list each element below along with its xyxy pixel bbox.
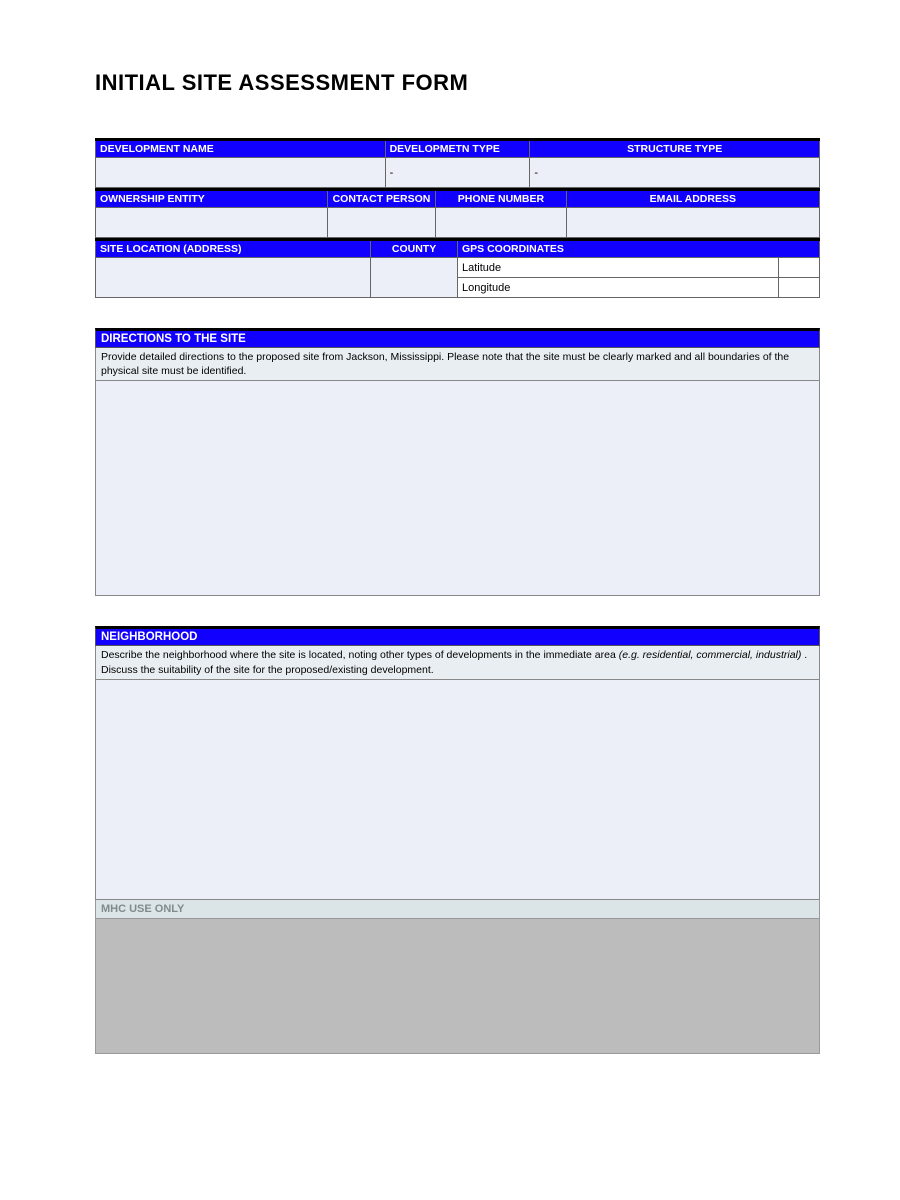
input-email-address[interactable]	[566, 208, 819, 238]
label-county: COUNTY	[371, 240, 458, 258]
input-contact-person[interactable]	[327, 208, 436, 238]
header-directions: DIRECTIONS TO THE SITE	[95, 328, 820, 348]
neighborhood-instr-pre: Describe the neighborhood where the site…	[101, 649, 619, 661]
label-phone-number: PHONE NUMBER	[436, 190, 566, 208]
header-mhc-use-only: MHC USE ONLY	[95, 900, 820, 919]
info-table-1: DEVELOPMENT NAME DEVELOPMETN TYPE STRUCT…	[95, 138, 820, 188]
input-site-location[interactable]	[96, 258, 371, 298]
input-longitude[interactable]	[778, 278, 819, 298]
info-table-3: SITE LOCATION (ADDRESS) COUNTY GPS COORD…	[95, 238, 820, 298]
label-contact-person: CONTACT PERSON	[327, 190, 436, 208]
instructions-neighborhood: Describe the neighborhood where the site…	[95, 646, 820, 679]
label-longitude: Longitude	[457, 278, 778, 298]
header-neighborhood: NEIGHBORHOOD	[95, 626, 820, 646]
input-directions[interactable]	[95, 381, 820, 596]
area-mhc-use-only	[95, 919, 820, 1054]
input-development-name[interactable]	[96, 158, 386, 188]
label-development-name: DEVELOPMENT NAME	[96, 140, 386, 158]
input-development-type[interactable]: -	[385, 158, 530, 188]
instructions-directions: Provide detailed directions to the propo…	[95, 348, 820, 381]
page-title: INITIAL SITE ASSESSMENT FORM	[95, 70, 820, 96]
section-directions: DIRECTIONS TO THE SITE Provide detailed …	[95, 328, 820, 596]
input-latitude[interactable]	[778, 258, 819, 278]
input-county[interactable]	[371, 258, 458, 298]
label-latitude: Latitude	[457, 258, 778, 278]
input-phone-number[interactable]	[436, 208, 566, 238]
neighborhood-instr-em: (e.g. residential, commercial, industria…	[619, 649, 802, 661]
label-ownership-entity: OWNERSHIP ENTITY	[96, 190, 328, 208]
input-neighborhood[interactable]	[95, 680, 820, 900]
label-structure-type: STRUCTURE TYPE	[530, 140, 820, 158]
label-email-address: EMAIL ADDRESS	[566, 190, 819, 208]
input-ownership-entity[interactable]	[96, 208, 328, 238]
label-gps-coordinates: GPS COORDINATES	[457, 240, 819, 258]
label-site-location: SITE LOCATION (ADDRESS)	[96, 240, 371, 258]
info-table-2: OWNERSHIP ENTITY CONTACT PERSON PHONE NU…	[95, 188, 820, 238]
label-development-type: DEVELOPMETN TYPE	[385, 140, 530, 158]
section-neighborhood: NEIGHBORHOOD Describe the neighborhood w…	[95, 626, 820, 1053]
input-structure-type[interactable]: -	[530, 158, 820, 188]
